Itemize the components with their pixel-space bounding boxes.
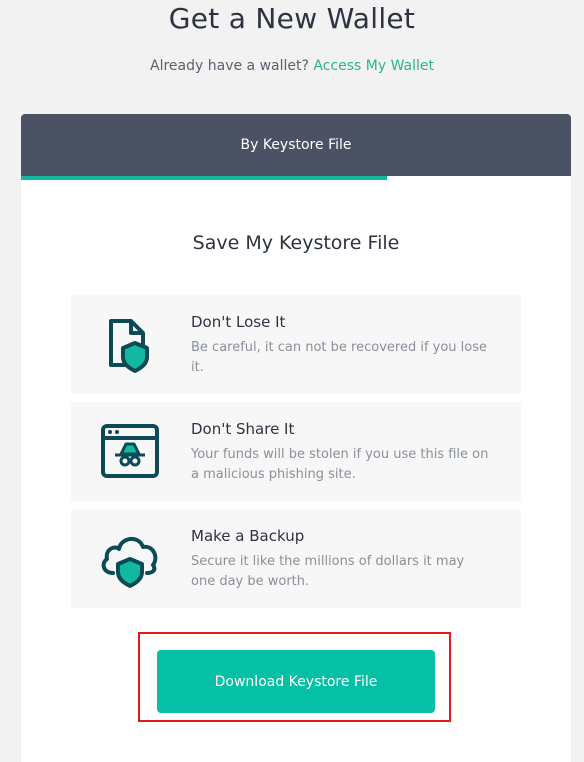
download-keystore-button[interactable]: Download Keystore File [157, 650, 435, 713]
browser-spy-icon [101, 424, 159, 478]
tab-bar: By Keystore File [21, 114, 571, 176]
page-title: Get a New Wallet [168, 2, 416, 35]
subtitle: Already have a wallet? Access My Wallet [0, 58, 584, 74]
cloud-shield-icon [101, 537, 158, 588]
item-description: Secure it like the millions of dollars i… [191, 554, 465, 589]
tab-keystore-file[interactable]: By Keystore File [21, 114, 571, 176]
file-shield-icon [109, 319, 149, 373]
info-item-dont-share: Don't Share It Your funds will be stolen… [71, 402, 521, 501]
item-description: Be careful, it can not be recovered if y… [191, 340, 488, 375]
page: Get a New Wallet Already have a wallet? … [0, 0, 584, 762]
active-tab-indicator [21, 176, 387, 180]
item-title: Don't Lose It [191, 313, 286, 331]
subtitle-text: Already have a wallet? [150, 58, 309, 74]
item-description: Your funds will be stolen if you use thi… [191, 447, 489, 482]
item-title: Make a Backup [191, 527, 305, 545]
section-title: Save My Keystore File [192, 232, 400, 254]
item-title: Don't Share It [191, 420, 295, 438]
access-wallet-link[interactable]: Access My Wallet [313, 58, 434, 74]
info-item-make-backup: Make a Backup Secure it like the million… [71, 509, 521, 608]
info-item-dont-lose: Don't Lose It Be careful, it can not be … [71, 295, 521, 394]
